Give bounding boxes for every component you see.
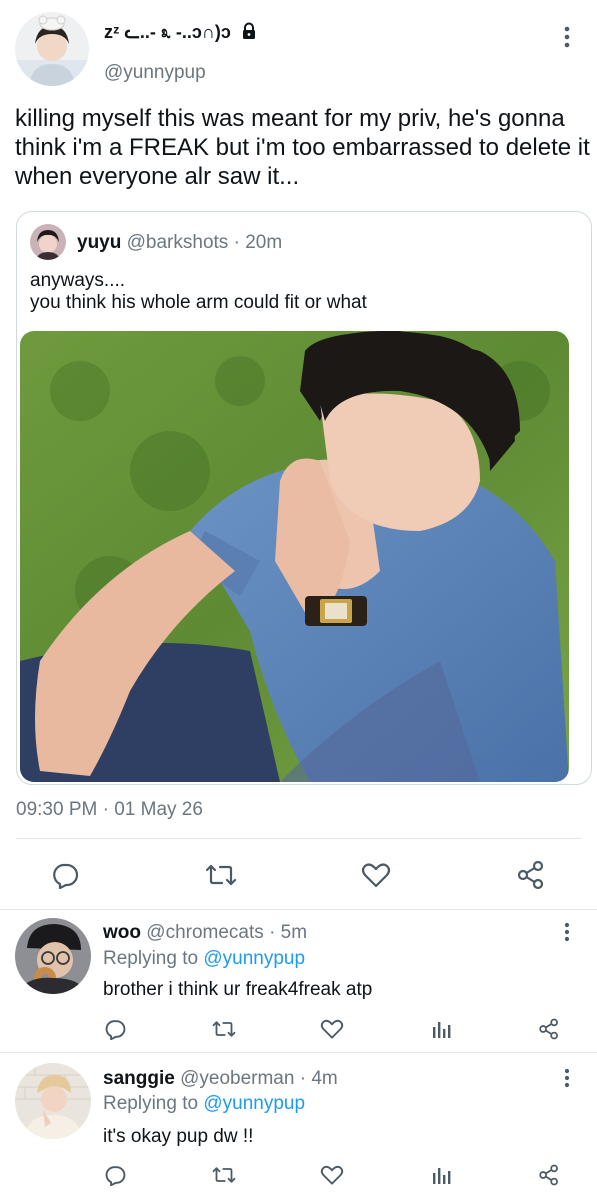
reply-author-avatar[interactable] [15, 918, 91, 994]
timestamp-divider [16, 838, 582, 839]
reply-author-handle[interactable]: @chromecats [146, 922, 264, 943]
more-options-icon[interactable] [563, 26, 571, 53]
reply-time-separator: · [269, 922, 276, 943]
quoted-author-handle[interactable]: @barkshots [127, 232, 229, 253]
lock-icon [240, 22, 258, 45]
quoted-text-line-1: anyways.... [30, 270, 126, 291]
reply-author-name[interactable]: woo [103, 922, 141, 943]
more-options-icon[interactable] [563, 1068, 571, 1093]
author-display-name[interactable]: zᶻ ᓚ..- ೩ -..ɔ∩)ɔ [104, 22, 258, 45]
replying-to-mention[interactable]: @yunnypup [203, 1093, 305, 1114]
reply-author-name[interactable]: sanggie [103, 1068, 175, 1089]
reply-icon[interactable] [48, 858, 82, 892]
quoted-tweet-text: anyways.... you think his whole arm coul… [30, 270, 367, 314]
reply-time: 4m [311, 1068, 338, 1089]
tweet-text: killing myself this was meant for my pri… [15, 105, 590, 190]
reply-author-handle[interactable]: @yeoberman [180, 1068, 294, 1089]
reply-text: brother i think ur freak4freak atp [103, 979, 373, 1000]
reply-time-separator: · [299, 1068, 307, 1089]
reply-tweet[interactable]: sanggie @yeoberman · 4m Replying to @yun… [0, 1053, 597, 1200]
replying-to: Replying to @yunnypup [103, 1093, 305, 1115]
reply-header: sanggie @yeoberman · 4m [103, 1068, 338, 1090]
quoted-author-name[interactable]: yuyu [77, 232, 121, 253]
replying-to: Replying to @yunnypup [103, 948, 305, 970]
replying-to-prefix: Replying to [103, 1093, 199, 1114]
quoted-tweet-photo[interactable] [20, 331, 569, 782]
more-options-icon[interactable] [563, 922, 571, 947]
share-icon[interactable] [514, 858, 548, 892]
retweet-icon[interactable] [210, 1016, 238, 1042]
author-display-name-text: zᶻ ᓚ..- ೩ -..ɔ∩)ɔ [104, 22, 231, 42]
quoted-time-separator: · [233, 232, 240, 253]
quoted-tweet-header: yuyu @barkshots · 20m [77, 232, 282, 254]
replying-to-prefix: Replying to [103, 948, 199, 969]
quoted-author-avatar[interactable] [30, 224, 66, 260]
like-icon[interactable] [359, 858, 393, 892]
retweet-icon[interactable] [203, 858, 239, 892]
replying-to-mention[interactable]: @yunnypup [203, 948, 305, 969]
author-avatar[interactable] [15, 12, 89, 86]
reply-text: it's okay pup dw !! [103, 1126, 254, 1147]
share-icon[interactable] [536, 1162, 562, 1188]
quoted-text-line-2: you think his whole arm could fit or wha… [30, 292, 367, 313]
reply-header: woo @chromecats · 5m [103, 922, 307, 944]
share-icon[interactable] [536, 1016, 562, 1042]
reply-time: 5m [280, 922, 308, 943]
reply-icon[interactable] [102, 1162, 128, 1188]
reply-tweet[interactable]: woo @chromecats · 5m Replying to @yunnyp… [0, 910, 597, 1051]
quoted-tweet[interactable]: yuyu @barkshots · 20m anyways.... you th… [16, 211, 592, 785]
tweet-timestamp[interactable]: 09:30 PM · 01 May 26 [16, 799, 203, 821]
analytics-icon[interactable] [428, 1162, 454, 1188]
retweet-icon[interactable] [210, 1162, 238, 1188]
like-icon[interactable] [318, 1016, 346, 1042]
reply-icon[interactable] [102, 1016, 128, 1042]
reply-author-avatar[interactable] [15, 1063, 91, 1139]
quoted-time: 20m [245, 232, 283, 253]
analytics-icon[interactable] [428, 1016, 454, 1042]
like-icon[interactable] [318, 1162, 346, 1188]
author-handle[interactable]: @yunnypup [104, 62, 206, 84]
